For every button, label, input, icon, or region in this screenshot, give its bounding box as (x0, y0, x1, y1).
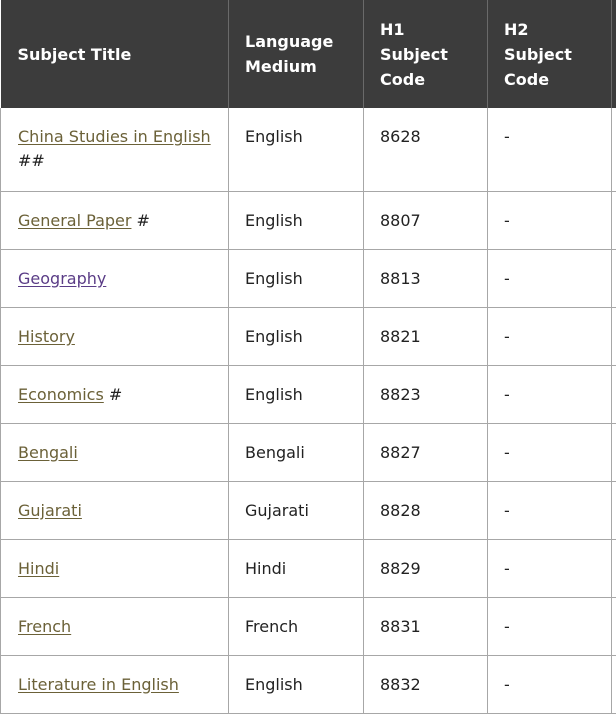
table-row: Literature in English English 8832 - (0, 655, 616, 714)
h1-code-cell: 8829 (363, 539, 488, 598)
subject-link[interactable]: Literature in English (18, 675, 179, 694)
language-cell: English (228, 191, 364, 250)
subject-link[interactable]: Geography (18, 269, 106, 288)
table-body: China Studies in English ## English 8628… (0, 108, 616, 714)
table-row: China Studies in English ## English 8628… (0, 108, 616, 192)
h1-code-cell: 8807 (363, 191, 488, 250)
h2-code-cell: - (487, 481, 612, 540)
language-cell: English (228, 365, 364, 424)
subject-link[interactable]: China Studies in English (18, 127, 211, 146)
language-cell: English (228, 108, 364, 192)
subjects-table: Subject Title Language Medium H1 Subject… (0, 0, 616, 714)
overflow-cell (611, 365, 616, 424)
table-row: Hindi Hindi 8829 - (0, 539, 616, 598)
language-cell: English (228, 307, 364, 366)
h2-code-cell: - (487, 108, 612, 192)
overflow-cell (611, 423, 616, 482)
subject-link[interactable]: Gujarati (18, 501, 82, 520)
subject-link[interactable]: General Paper (18, 211, 131, 230)
h1-code-cell: 8821 (363, 307, 488, 366)
table-header: Subject Title Language Medium H1 Subject… (0, 0, 616, 108)
overflow-cell (611, 307, 616, 366)
subject-cell: Economics # (0, 365, 229, 424)
subject-cell: General Paper # (0, 191, 229, 250)
subject-mark: ## (18, 151, 45, 170)
h2-code-cell: - (487, 597, 612, 656)
language-cell: Gujarati (228, 481, 364, 540)
h1-code-cell: 8831 (363, 597, 488, 656)
h2-code-cell: - (487, 423, 612, 482)
overflow-cell (611, 108, 616, 192)
h2-code-cell: - (487, 307, 612, 366)
h1-code-cell: 8628 (363, 108, 488, 192)
table-row: History English 8821 - (0, 307, 616, 366)
language-cell: Hindi (228, 539, 364, 598)
header-row: Subject Title Language Medium H1 Subject… (0, 0, 616, 108)
subject-mark: # (136, 210, 150, 230)
h1-code-cell: 8823 (363, 365, 488, 424)
language-cell: Bengali (228, 423, 364, 482)
subjects-table-container: Subject Title Language Medium H1 Subject… (0, 0, 616, 717)
header-overflow-column (611, 0, 616, 108)
overflow-cell (611, 191, 616, 250)
table-row: French French 8831 - (0, 597, 616, 656)
subject-cell: Gujarati (0, 481, 229, 540)
subject-cell: French (0, 597, 229, 656)
h2-code-cell: - (487, 539, 612, 598)
subject-link[interactable]: History (18, 327, 75, 346)
h1-code-cell: 8813 (363, 249, 488, 308)
subject-link[interactable]: Economics (18, 385, 104, 404)
subject-cell: History (0, 307, 229, 366)
header-language-medium: Language Medium (228, 0, 364, 108)
header-h2-subject-code: H2 Subject Code (487, 0, 612, 108)
subject-link[interactable]: French (18, 617, 71, 636)
table-row: Gujarati Gujarati 8828 - (0, 481, 616, 540)
h2-code-cell: - (487, 365, 612, 424)
language-cell: French (228, 597, 364, 656)
header-h1-subject-code: H1 Subject Code (363, 0, 488, 108)
table-row: Bengali Bengali 8827 - (0, 423, 616, 482)
subject-cell: Geography (0, 249, 229, 308)
overflow-cell (611, 597, 616, 656)
header-subject-title: Subject Title (0, 0, 229, 108)
subject-link[interactable]: Bengali (18, 443, 78, 462)
subject-cell: China Studies in English ## (0, 108, 229, 192)
language-cell: English (228, 249, 364, 308)
h2-code-cell: - (487, 655, 612, 714)
language-cell: English (228, 655, 364, 714)
h1-code-cell: 8828 (363, 481, 488, 540)
overflow-cell (611, 481, 616, 540)
subject-mark: # (108, 384, 123, 404)
subject-link[interactable]: Hindi (18, 559, 59, 578)
overflow-cell (611, 539, 616, 598)
h2-code-cell: - (487, 249, 612, 308)
subject-cell: Literature in English (0, 655, 229, 714)
overflow-cell (611, 655, 616, 714)
h1-code-cell: 8827 (363, 423, 488, 482)
h1-code-cell: 8832 (363, 655, 488, 714)
subject-cell: Bengali (0, 423, 229, 482)
h2-code-cell: - (487, 191, 612, 250)
table-row: General Paper # English 8807 - (0, 191, 616, 250)
subject-cell: Hindi (0, 539, 229, 598)
table-row: Geography English 8813 - (0, 249, 616, 308)
table-row: Economics # English 8823 - (0, 365, 616, 424)
overflow-cell (611, 249, 616, 308)
